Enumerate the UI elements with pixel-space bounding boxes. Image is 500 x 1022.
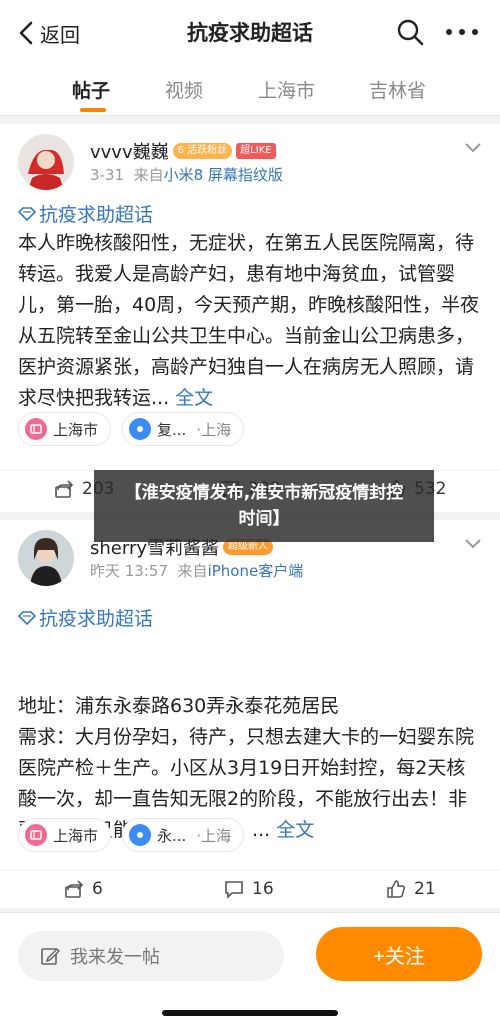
- post-meta: 昨天 13:57 来自iPhone客户端: [90, 562, 304, 580]
- avatar[interactable]: [18, 530, 74, 586]
- follow-button[interactable]: +关注: [316, 927, 482, 981]
- post-card[interactable]: vvvv巍巍 6 活跃粉丝 超LIKE 3-31 来自小米8 屏幕指纹版 抗疫求…: [0, 124, 500, 512]
- diamond-icon: [18, 206, 36, 221]
- location-icon: [25, 824, 47, 846]
- headline-overlay-banner: 【淮安疫情发布,淮安市新冠疫情封控 时间】: [94, 470, 434, 542]
- like-button[interactable]: 21: [386, 879, 436, 899]
- comment-button[interactable]: 16: [224, 879, 274, 899]
- active-tab-indicator: [80, 108, 106, 112]
- username[interactable]: vvvv巍巍 6 活跃粉丝 超LIKE: [90, 138, 276, 164]
- home-indicator: [162, 1010, 338, 1016]
- share-button[interactable]: 6: [64, 879, 103, 899]
- place-chip[interactable]: 复... ·上海: [122, 412, 245, 446]
- more-icon[interactable]: [444, 22, 480, 42]
- super-like-badge: 超LIKE: [236, 143, 276, 159]
- tab-bar: 帖子 视频 上海市 吉林省: [0, 64, 500, 116]
- location-chip[interactable]: 上海市: [18, 818, 112, 852]
- compose-post-input[interactable]: 我来发一帖: [18, 931, 284, 981]
- bottom-bar: 我来发一帖 +关注: [0, 912, 500, 1022]
- post-source[interactable]: 小米8 屏幕指纹版: [164, 166, 283, 184]
- share-icon: [55, 480, 74, 498]
- location-chip[interactable]: 上海市: [18, 412, 112, 446]
- location-icon: [25, 418, 47, 440]
- comment-icon: [225, 881, 243, 899]
- topic-link[interactable]: 抗疫求助超话: [18, 200, 153, 227]
- thumbs-up-icon: [387, 880, 406, 898]
- read-more-link[interactable]: 全文: [276, 819, 314, 841]
- edit-icon: [41, 947, 60, 965]
- tab-videos[interactable]: 视频: [165, 76, 203, 103]
- tab-posts[interactable]: 帖子: [72, 76, 110, 103]
- post-source[interactable]: iPhone客户端: [208, 562, 304, 580]
- topic-link[interactable]: 抗疫求助超话: [18, 604, 153, 631]
- post-actions: 6 16 21: [0, 870, 500, 906]
- map-pin-icon: [129, 824, 151, 846]
- fan-level-badge: 6 活跃粉丝: [172, 143, 233, 159]
- post-meta: 3-31 来自小米8 屏幕指纹版: [90, 166, 283, 184]
- chevron-down-icon[interactable]: [464, 142, 482, 154]
- page-title: 抗疫求助超话: [187, 21, 313, 45]
- place-chip[interactable]: 永... ·上海: [122, 818, 245, 852]
- search-icon[interactable]: [396, 18, 424, 46]
- read-more-link[interactable]: 全文: [175, 387, 213, 409]
- tab-jilin[interactable]: 吉林省: [369, 76, 426, 103]
- post-text: 本人昨晚核酸阳性，无症状，在第五人民医院隔离，待转运。我爱人是高龄产妇，患有地中…: [18, 232, 480, 409]
- tab-shanghai[interactable]: 上海市: [258, 76, 315, 103]
- top-bar: 返回 抗疫求助超话: [0, 0, 500, 64]
- chevron-down-icon[interactable]: [464, 538, 482, 550]
- post-card[interactable]: sherry雪莉酱酱 超级新人 昨天 13:57 来自iPhone客户端 抗疫求…: [0, 520, 500, 908]
- avatar[interactable]: [18, 134, 74, 190]
- map-pin-icon: [129, 418, 151, 440]
- diamond-icon: [18, 610, 36, 625]
- share-icon: [65, 880, 84, 898]
